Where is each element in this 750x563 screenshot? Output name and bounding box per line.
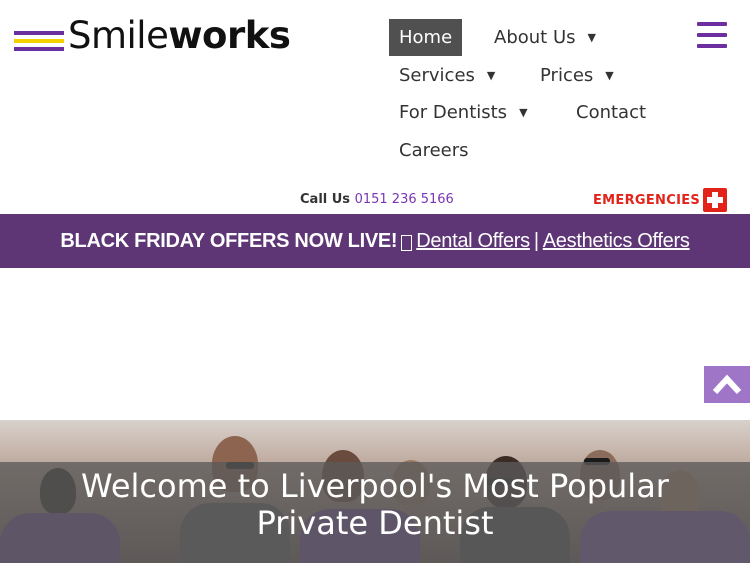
nav-item-for-dentists[interactable]: For Dentists ▼ [399,94,528,131]
nav-item-label: Prices [540,65,594,86]
nav-item-about-us[interactable]: About Us ▼ [494,19,596,56]
banner-separator: | [533,229,539,252]
nav-item-label: Contact [576,102,647,123]
missing-glyph-icon [401,235,413,251]
emergencies-label: EMERGENCIES [593,192,701,208]
nav-item-home[interactable]: Home [389,19,463,56]
nav-item-label: Careers [399,140,469,161]
hero-title-line-2: Private Dentist [256,504,494,542]
caret-down-icon: ▼ [519,106,528,119]
nav-item-contact[interactable]: Contact [576,94,646,131]
caret-down-icon: ▼ [605,69,614,82]
banner-headline: BLACK FRIDAY OFFERS NOW LIVE! [60,229,398,252]
nav-item-careers[interactable]: Careers [399,132,469,169]
smileworks-logo[interactable]: Smileworks [14,14,291,58]
hero-title: Welcome to Liverpool's Most Popular Priv… [0,468,750,542]
caret-down-icon: ▼ [486,69,496,82]
phone-link[interactable]: 0151 236 5166 [355,192,454,207]
logo-lines-icon [14,31,64,51]
nav-item-prices[interactable]: Prices ▼ [540,57,614,94]
call-us: Call Us 0151 236 5166 [300,192,454,207]
nav-item-label: For Dentists [399,102,508,123]
hamburger-menu-icon[interactable] [697,22,727,48]
caret-down-icon: ▼ [587,31,596,44]
hero-title-line-1: Welcome to Liverpool's Most Popular [81,467,669,505]
hero-section: Welcome to Liverpool's Most Popular Priv… [0,420,750,563]
aesthetics-offers-link[interactable]: Aesthetics Offers [543,230,690,253]
nav-item-label: Services [399,65,475,86]
nav-item-label: About Us [494,27,576,48]
offers-banner: BLACK FRIDAY OFFERS NOW LIVE! Dental Off… [0,214,750,268]
dental-offers-link[interactable]: Dental Offers [416,230,530,253]
emergencies-link[interactable]: EMERGENCIES [593,188,728,212]
call-us-label: Call Us [300,192,351,207]
logo-wordmark: Smileworks [68,14,291,57]
nav-item-services[interactable]: Services ▼ [399,57,495,94]
nav-item-label: Home [399,27,453,48]
red-cross-icon [703,188,728,212]
back-to-top-button[interactable] [704,366,750,403]
page: Smileworks Home About Us ▼ Services ▼ Pric… [0,0,750,563]
chevron-up-icon [712,374,742,395]
